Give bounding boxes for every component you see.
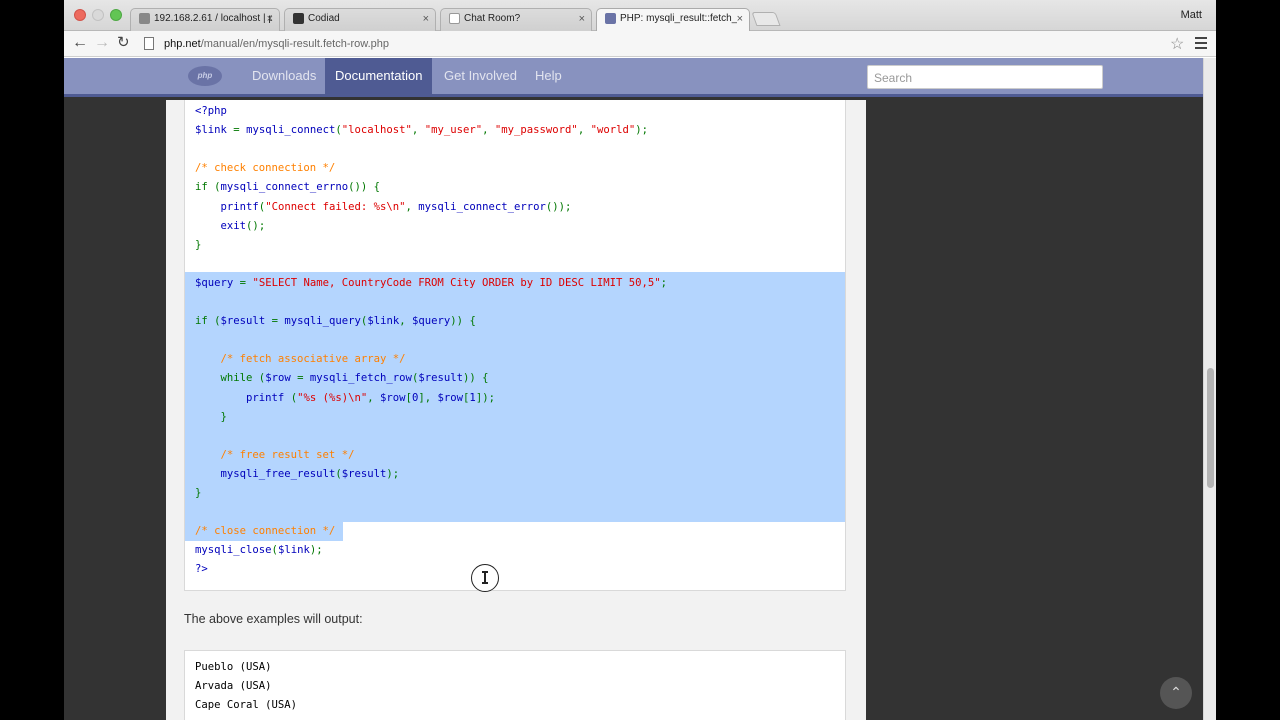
code-line: mysqli_free_result($result); — [220, 467, 400, 480]
sidebar — [866, 100, 1203, 720]
page-viewport: php Downloads Documentation Get Involved… — [64, 58, 1216, 720]
code-line: } — [195, 487, 202, 499]
output-heading: The above examples will output: — [184, 612, 363, 626]
back-to-top-button[interactable]: ⌃ — [1160, 677, 1192, 709]
code-example[interactable]: <?php $link = mysqli_connect("localhost",… — [184, 100, 846, 591]
new-tab-button[interactable] — [751, 12, 781, 26]
close-tab-icon[interactable]: × — [579, 13, 585, 25]
code-line: /* free result set */ — [195, 448, 355, 461]
nav-help[interactable]: Help — [525, 58, 572, 97]
phpmyadmin-favicon-icon — [139, 13, 150, 24]
tab-strip: 192.168.2.61 / localhost | p × Codiad × … — [64, 0, 1216, 32]
code-line: $link = mysqli_connect("localhost", "my_… — [195, 124, 649, 137]
reload-icon[interactable]: ↻ — [117, 34, 130, 52]
code-line: if ($result = mysqli_query($link, $query… — [195, 315, 476, 328]
code-line: ?> — [195, 563, 208, 576]
tab-phpmyadmin[interactable]: 192.168.2.61 / localhost | p × — [130, 8, 280, 32]
page-scrollbar[interactable] — [1203, 58, 1216, 720]
php-logo[interactable]: php — [188, 66, 222, 86]
close-tab-icon[interactable]: × — [737, 13, 743, 25]
nav-get-involved[interactable]: Get Involved — [434, 58, 527, 97]
code-line: mysqli_close($link); — [195, 544, 323, 557]
tab-chat-room[interactable]: Chat Room? × — [440, 8, 592, 32]
tab-label: 192.168.2.61 / localhost | p — [154, 13, 272, 24]
code-line: /* check connection */ — [195, 162, 336, 175]
browser-toolbar: ← → ↻ php.net/manual/en/mysqli-result.fe… — [64, 31, 1216, 57]
output-line: Arvada (USA) — [195, 680, 272, 692]
tab-label: Codiad — [308, 13, 340, 24]
profile-name[interactable]: Matt — [1181, 9, 1202, 21]
code-line: } — [195, 238, 202, 251]
code-line: } — [220, 410, 227, 423]
tab-label: PHP: mysqli_result::fetch_ — [620, 13, 738, 24]
nav-documentation[interactable]: Documentation — [325, 58, 433, 97]
output-line: Cape Coral (USA) — [195, 699, 298, 711]
output-line: Pueblo (USA) — [195, 661, 272, 673]
address-bar[interactable]: php.net/manual/en/mysqli-result.fetch-ro… — [140, 34, 1170, 54]
browser-window: 192.168.2.61 / localhost | p × Codiad × … — [64, 0, 1216, 720]
close-tab-icon[interactable]: × — [423, 13, 429, 25]
code-line: <?php — [195, 105, 227, 117]
codiad-favicon-icon — [293, 13, 304, 24]
code-line: printf ("%s (%s)\n", $row[0], $row[1]); — [246, 391, 495, 404]
tab-php-manual[interactable]: PHP: mysqli_result::fetch_ × — [596, 8, 750, 32]
forward-arrow-icon[interactable]: → — [94, 34, 110, 52]
close-window-button[interactable] — [74, 9, 86, 21]
menu-icon[interactable] — [1195, 37, 1207, 52]
main-content: <?php $link = mysqli_connect("localhost",… — [166, 100, 866, 720]
tab-codiad[interactable]: Codiad × — [284, 8, 436, 32]
php-favicon-icon — [605, 13, 616, 24]
code-line: exit(); — [220, 219, 266, 232]
code-line: printf("Connect failed: %s\n", mysqli_co… — [220, 200, 572, 213]
code-line: if (mysqli_connect_errno()) { — [195, 181, 381, 194]
text-cursor-icon — [471, 564, 499, 592]
code-line: while ($row = mysqli_fetch_row($result))… — [220, 372, 489, 385]
code-line: $query = "SELECT Name, CountryCode FROM … — [195, 276, 668, 289]
tab-label: Chat Room? — [464, 13, 521, 24]
scrollbar-thumb[interactable] — [1207, 368, 1214, 488]
back-arrow-icon[interactable]: ← — [72, 34, 88, 52]
code-line: /* fetch associative array */ — [195, 353, 406, 366]
output-example: Pueblo (USA) Arvada (USA) Cape Coral (US… — [184, 650, 846, 720]
site-header: php Downloads Documentation Get Involved… — [64, 58, 1203, 97]
search-input[interactable]: Search — [867, 65, 1103, 89]
code-line: /* close connection */ — [195, 525, 336, 538]
minimize-window-button[interactable] — [92, 9, 104, 21]
nav-downloads[interactable]: Downloads — [242, 58, 326, 97]
bookmark-star-icon[interactable]: ☆ — [1170, 34, 1184, 54]
url-path: /manual/en/mysqli-result.fetch-row.php — [200, 38, 390, 50]
page-favicon-icon — [449, 13, 460, 24]
page-icon — [144, 37, 154, 50]
close-tab-icon[interactable]: × — [267, 13, 273, 25]
url-text: php.net/manual/en/mysqli-result.fetch-ro… — [164, 38, 389, 50]
maximize-window-button[interactable] — [110, 9, 122, 21]
url-host: php.net — [164, 38, 201, 50]
